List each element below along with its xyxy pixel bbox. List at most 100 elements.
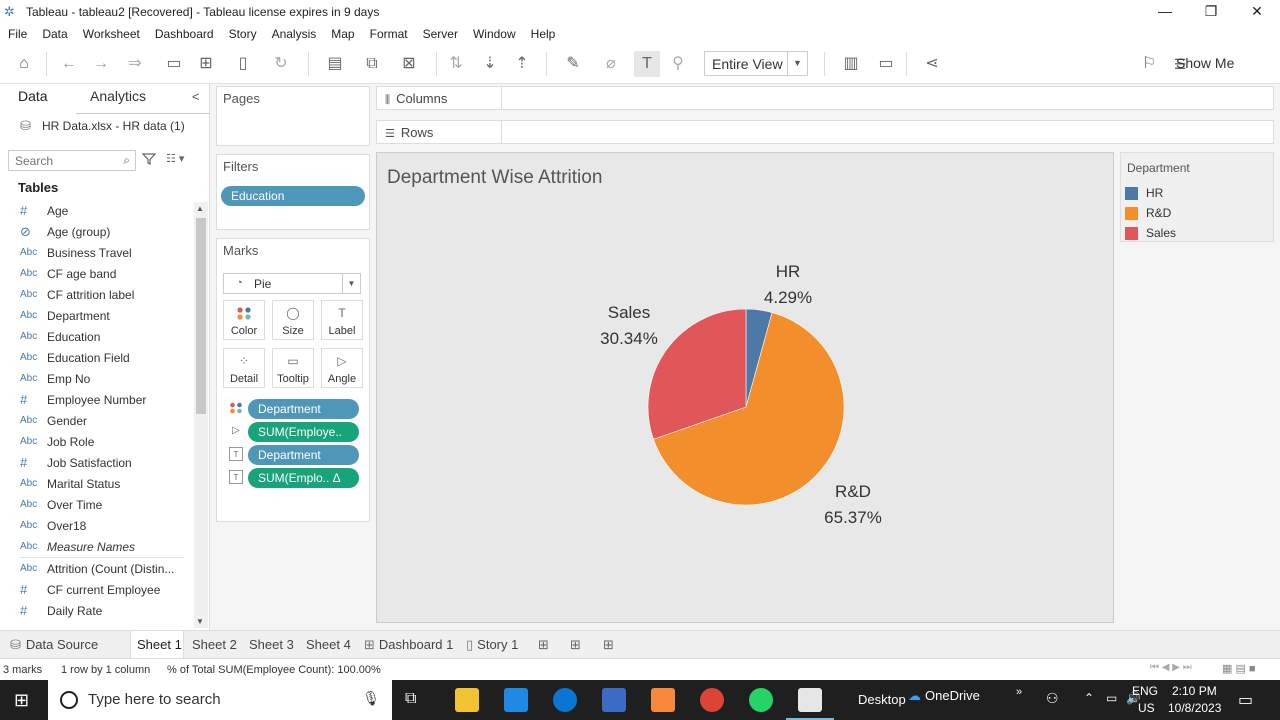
pie-chart[interactable]: HR 4.29% R&D 65.37% Sales 30.34% [377, 153, 1113, 622]
duplicate-icon[interactable]: ⧉ [362, 54, 382, 74]
cards-icon[interactable]: ▥ [834, 54, 868, 74]
menu-file[interactable]: File [8, 27, 27, 41]
filter-icon[interactable] [141, 152, 157, 169]
field-item[interactable]: Abc Job Role [0, 431, 192, 452]
computer-icon[interactable] [602, 688, 626, 712]
show-mark-labels-icon[interactable]: T [634, 51, 660, 77]
marks-pill-sum-label[interactable]: SUM(Emplo.. Δ [248, 468, 359, 488]
pause-update-icon[interactable]: ▯ [228, 54, 258, 74]
tab-data-source[interactable]: ⛁ Data Source [10, 637, 98, 653]
clear-sheet-icon[interactable]: ⊠ [392, 54, 426, 74]
field-item[interactable]: Abc Education [0, 326, 192, 347]
undo-icon[interactable]: ← [58, 54, 80, 74]
people-icon[interactable]: ⚇ [1046, 690, 1059, 707]
pages-shelf[interactable]: Pages [216, 86, 370, 146]
view-options-icon[interactable]: ☷ ▾ [166, 152, 184, 165]
scroll-up-icon[interactable]: ▲ [196, 204, 204, 213]
size-button[interactable]: ◯ Size [272, 300, 314, 340]
field-item[interactable]: Abc Attrition (Count (Distin... [0, 558, 192, 579]
tab-story-1[interactable]: ▯ Story 1 [466, 637, 518, 653]
edge-icon[interactable] [553, 688, 577, 712]
chrome-icon[interactable] [700, 688, 724, 712]
menu-server[interactable]: Server [423, 27, 458, 41]
group-icon[interactable]: ⌀ [596, 54, 626, 74]
angle-button[interactable]: ▷ Angle [321, 348, 363, 388]
tab-sheet-3[interactable]: Sheet 3 [249, 637, 294, 652]
field-item[interactable]: Abc CF age band [0, 263, 192, 284]
sheet-nav-icon[interactable]: ⏮ ◀ ▶ ⏭ [1150, 662, 1192, 673]
sort-descending-icon[interactable]: ⇡ [512, 54, 532, 74]
field-item[interactable]: Abc Over18 [0, 515, 192, 536]
color-button[interactable]: Color [223, 300, 265, 340]
new-story-tab-icon[interactable]: ⊞ [603, 637, 614, 653]
notifications-icon[interactable]: ▭ [1238, 690, 1253, 710]
show-me-button[interactable]: Show Me [1176, 55, 1234, 71]
field-item[interactable]: Abc Marital Status [0, 473, 192, 494]
minimize-button[interactable]: — [1142, 0, 1188, 24]
filter-pill-education[interactable]: Education [221, 186, 365, 206]
windows-start-icon[interactable]: ⊞ [14, 690, 29, 711]
field-item[interactable]: Abc Gender [0, 410, 192, 431]
datasource-item[interactable]: ⛁ HR Data.xlsx - HR data (1) [20, 118, 185, 134]
tab-analytics[interactable]: Analytics [90, 88, 146, 104]
field-item[interactable]: Abc Emp No [0, 368, 192, 389]
close-button[interactable]: ✕ [1234, 0, 1280, 24]
highlight-icon[interactable]: ✎ [558, 54, 588, 74]
new-datasource-icon[interactable]: ⊞ [196, 54, 216, 74]
menu-window[interactable]: Window [473, 27, 516, 41]
battery-icon[interactable]: ▭ [1106, 691, 1117, 705]
new-worksheet-tab-icon[interactable]: ⊞ [538, 637, 549, 653]
tooltip-button[interactable]: ▭ Tooltip [272, 348, 314, 388]
clock-date[interactable]: 10/8/2023 [1168, 701, 1221, 715]
scroll-down-icon[interactable]: ▼ [196, 617, 204, 626]
sort-ascending-icon[interactable]: ⇣ [480, 54, 500, 74]
columns-shelf[interactable]: ⫼ Columns [376, 86, 1274, 110]
field-item[interactable]: # Job Satisfaction [0, 452, 192, 473]
menu-help[interactable]: Help [531, 27, 556, 41]
menu-data[interactable]: Data [42, 27, 67, 41]
filters-shelf[interactable]: Filters Education [216, 154, 370, 230]
tab-sheet-2[interactable]: Sheet 2 [192, 637, 237, 652]
field-item[interactable]: Abc Over Time [0, 494, 192, 515]
rows-shelf[interactable]: ☰ Rows [376, 120, 1274, 144]
label-button[interactable]: T Label [321, 300, 363, 340]
tab-dashboard-1[interactable]: ⊞ Dashboard 1 [364, 637, 453, 653]
new-dashboard-tab-icon[interactable]: ⊞ [570, 637, 581, 653]
share-icon[interactable]: ⋖ [922, 54, 942, 74]
paint-icon[interactable] [651, 688, 675, 712]
field-item[interactable]: # Daily Rate [0, 600, 192, 621]
field-item[interactable]: Abc Business Travel [0, 242, 192, 263]
menu-worksheet[interactable]: Worksheet [83, 27, 140, 41]
new-worksheet-icon[interactable]: ▤ [318, 54, 352, 74]
field-item[interactable]: # CF current Employee [0, 579, 192, 600]
scroll-thumb[interactable] [196, 218, 206, 414]
pin-icon[interactable]: ⚐ [1138, 54, 1160, 74]
legend-item-rd[interactable]: R&D [1125, 205, 1171, 221]
view-mode-icon[interactable]: ▦ ▤ ■ [1222, 662, 1256, 675]
collapse-pane-icon[interactable]: < [192, 89, 200, 104]
tray-chevron-icon[interactable]: ⌃ [1084, 691, 1094, 705]
maximize-button[interactable]: ❐ [1188, 0, 1234, 24]
menu-story[interactable]: Story [229, 27, 257, 41]
tableau-taskbar-icon[interactable] [798, 688, 822, 712]
task-view-icon[interactable]: ⧉ [405, 690, 416, 708]
search-input[interactable] [9, 151, 113, 170]
swap-icon[interactable]: ⇅ [446, 54, 466, 74]
refresh-icon[interactable]: ↻ [266, 54, 296, 74]
field-item[interactable]: # Employee Number [0, 389, 192, 410]
detail-button[interactable]: ⁘ Detail [223, 348, 265, 388]
viz-canvas[interactable]: Department Wise Attrition HR 4.29% R&D 65.3… [376, 152, 1114, 623]
marks-pill-sum-angle[interactable]: SUM(Employe.. [248, 422, 359, 442]
marks-pill-department-color[interactable]: Department [248, 399, 359, 419]
mark-type-dropdown[interactable]: ◔ Pie ▼ [223, 273, 361, 294]
clock-time[interactable]: 2:10 PM [1172, 684, 1217, 698]
field-list-scrollbar[interactable]: ▲ ▼ [194, 202, 208, 628]
onedrive-toolbar[interactable]: ☁ OneDrive [908, 688, 980, 704]
marks-pill-department-label[interactable]: Department [248, 445, 359, 465]
toolbar-expand-icon[interactable]: » [1016, 686, 1022, 698]
whatsapp-icon[interactable] [749, 688, 773, 712]
fit-dropdown[interactable]: Entire View ▼ [704, 51, 808, 76]
field-item[interactable]: Abc CF attrition label [0, 284, 192, 305]
presentation-mode-icon[interactable]: ▭ [876, 54, 896, 74]
file-explorer-icon[interactable] [455, 688, 479, 712]
